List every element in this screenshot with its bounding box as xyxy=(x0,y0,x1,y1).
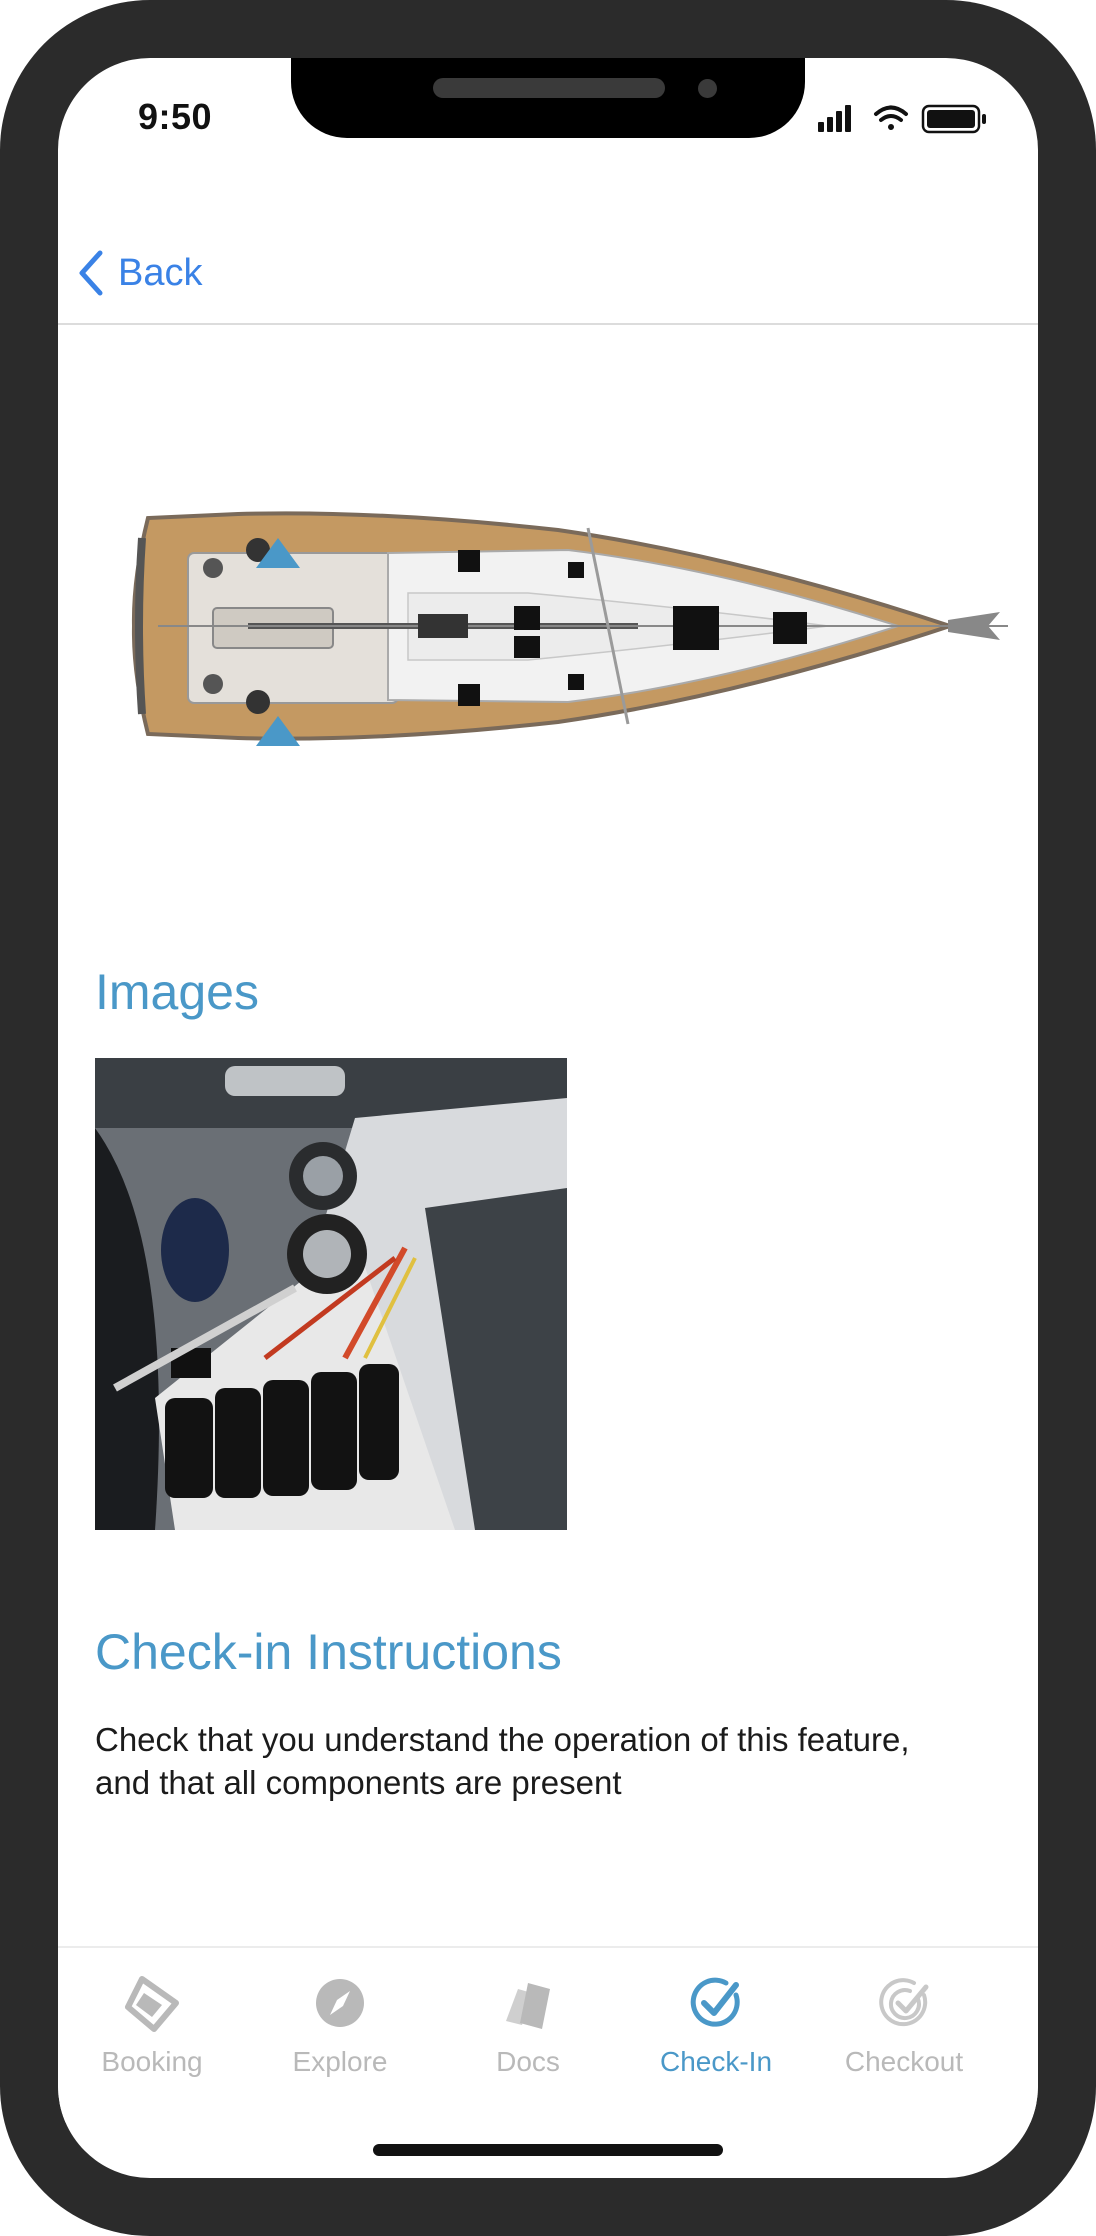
wifi-icon xyxy=(874,105,908,130)
images-section-title: Images xyxy=(95,964,259,1020)
instructions-title: Check-in Instructions xyxy=(95,1624,562,1680)
tab-label: Check-In xyxy=(659,2046,773,2077)
tab-check-in[interactable]: Check-In xyxy=(622,1948,810,2108)
status-time: 9:50 xyxy=(138,96,213,137)
docs-icon xyxy=(506,1983,550,2029)
tab-bar: Booking Explore Docs Check-In Checkout xyxy=(58,1946,1038,2123)
signal-icon xyxy=(818,105,851,132)
tab-label: Explore xyxy=(292,2046,388,2077)
instructions-body: Check that you understand the operation … xyxy=(95,1721,910,1801)
compass-icon xyxy=(316,1979,364,2027)
tab-booking[interactable]: Booking xyxy=(58,1948,246,2108)
tab-docs[interactable]: Docs xyxy=(434,1948,622,2108)
winch-photo[interactable] xyxy=(95,1058,567,1530)
back-label: Back xyxy=(118,251,203,294)
screen: 9:50 Back Images Check-in Instructions C… xyxy=(58,58,1038,2178)
home-indicator[interactable] xyxy=(373,2144,723,2156)
boat-deck-diagram xyxy=(128,498,1028,858)
back-button[interactable]: Back xyxy=(78,243,202,303)
battery-icon xyxy=(921,104,986,134)
camera xyxy=(698,79,717,98)
double-check-icon xyxy=(879,1978,929,2027)
status-icons xyxy=(818,98,998,138)
navigation-bar: Back xyxy=(58,173,1038,325)
tab-label: Booking xyxy=(101,2046,203,2077)
tab-explore[interactable]: Explore xyxy=(246,1948,434,2108)
ticket-icon xyxy=(125,1976,179,2032)
speaker xyxy=(433,78,665,98)
tab-label: Docs xyxy=(496,2046,560,2077)
tab-checkout[interactable]: Checkout xyxy=(810,1948,998,2108)
notch xyxy=(291,58,805,138)
chevron-left-icon xyxy=(79,250,103,296)
check-circle-icon xyxy=(690,1977,740,2027)
phone-frame: 9:50 Back Images Check-in Instructions C… xyxy=(0,0,1096,2236)
tab-label: Checkout xyxy=(844,2046,964,2077)
